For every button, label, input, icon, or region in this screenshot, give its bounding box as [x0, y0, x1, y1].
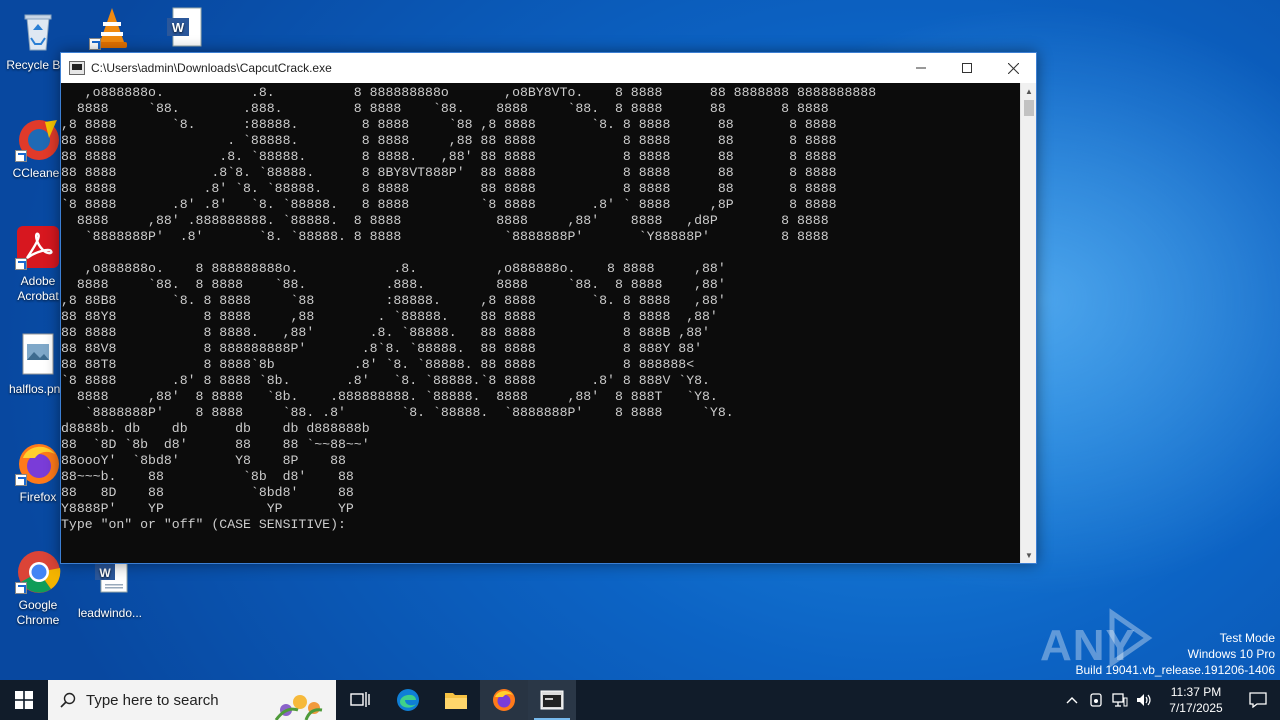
vlc-cone-icon [89, 4, 135, 50]
start-button[interactable] [0, 680, 48, 720]
image-file-icon [15, 332, 61, 378]
minimize-button[interactable] [898, 53, 944, 83]
google-chrome-icon [15, 548, 61, 594]
desktop-icon-vlc[interactable] [74, 4, 150, 54]
edge-icon [397, 689, 419, 711]
firefox-icon [15, 440, 61, 486]
shortcut-arrow-icon [15, 258, 27, 270]
console-title: C:\Users\admin\Downloads\CapcutCrack.exe [91, 61, 332, 75]
taskbar-clock[interactable]: 11:37 PM 7/17/2025 [1156, 684, 1236, 716]
console-app-icon [540, 690, 564, 710]
taskbar-firefox[interactable] [480, 680, 528, 720]
task-view-button[interactable] [336, 680, 384, 720]
scroll-down-arrow-icon[interactable]: ▼ [1021, 547, 1037, 563]
word-document-icon: W [161, 4, 207, 50]
maximize-button[interactable] [944, 53, 990, 83]
maximize-icon [962, 63, 972, 73]
file-explorer-icon [445, 693, 467, 709]
ccleaner-icon [15, 116, 61, 162]
windows-edition-line: Windows 10 Pro [1187, 647, 1275, 661]
console-titlebar[interactable]: C:\Users\admin\Downloads\CapcutCrack.exe [61, 53, 1036, 83]
clock-date: 7/17/2025 [1169, 701, 1223, 715]
console-output-text: ,o888888o. .8. 8 888888888o ,o8BY8VTo. 8… [61, 85, 877, 532]
recycle-bin-icon [15, 8, 61, 54]
taskbar-search-box[interactable]: Type here to search [48, 680, 336, 720]
adobe-acrobat-icon [15, 224, 61, 270]
taskbar-console-app[interactable] [528, 680, 576, 720]
taskbar-file-explorer[interactable] [432, 680, 480, 720]
scrollbar-thumb[interactable] [1024, 100, 1034, 116]
console-output-area[interactable]: ,o888888o. .8. 8 888888888o ,o8BY8VTo. 8… [61, 83, 1021, 563]
desktop-icon-label: leadwindo... [77, 606, 143, 620]
volume-icon[interactable] [1132, 680, 1156, 720]
taskbar: Type here to search 11:37 PM 7/17/2025 [0, 680, 1280, 720]
firefox-icon [493, 689, 515, 711]
shortcut-arrow-icon [15, 474, 27, 486]
desktop-icon-word-doc[interactable]: W [146, 4, 222, 54]
scroll-up-arrow-icon[interactable]: ▲ [1021, 83, 1037, 99]
console-window[interactable]: C:\Users\admin\Downloads\CapcutCrack.exe… [60, 52, 1037, 564]
system-tray: 11:37 PM 7/17/2025 [1060, 680, 1280, 720]
close-button[interactable] [990, 53, 1036, 83]
device-tray-icon[interactable] [1084, 680, 1108, 720]
console-scrollbar[interactable]: ▲ ▼ [1020, 83, 1036, 563]
build-line: Build 19041.vb_release.191206-1406 [1075, 663, 1276, 677]
notification-center-button[interactable] [1236, 680, 1280, 720]
show-hidden-icons-chevron-icon[interactable] [1060, 680, 1084, 720]
search-highlight-flowers-icon [274, 695, 323, 720]
console-app-icon [69, 61, 85, 75]
shortcut-arrow-icon [15, 150, 27, 162]
svg-text:W: W [99, 566, 111, 580]
test-mode-notice: Test Mode Windows 10 Pro Build 19041.vb_… [1076, 630, 1276, 678]
shortcut-arrow-icon [89, 38, 101, 50]
network-icon[interactable] [1108, 680, 1132, 720]
search-placeholder: Type here to search [86, 691, 219, 709]
desktop-icon-label: Google Chrome [16, 598, 60, 627]
test-mode-line: Test Mode [1219, 631, 1275, 645]
clock-time: 11:37 PM [1170, 685, 1222, 699]
windows-logo-icon [15, 691, 33, 709]
search-icon [60, 692, 76, 708]
taskbar-edge[interactable] [384, 680, 432, 720]
close-icon [1007, 62, 1019, 74]
minimize-icon [916, 67, 926, 69]
task-view-icon [350, 692, 370, 707]
shortcut-arrow-icon [15, 582, 27, 594]
desktop-icon-leadwindo[interactable]: W leadwindo... [72, 556, 148, 621]
notification-icon [1249, 692, 1267, 708]
svg-text:W: W [172, 20, 185, 35]
